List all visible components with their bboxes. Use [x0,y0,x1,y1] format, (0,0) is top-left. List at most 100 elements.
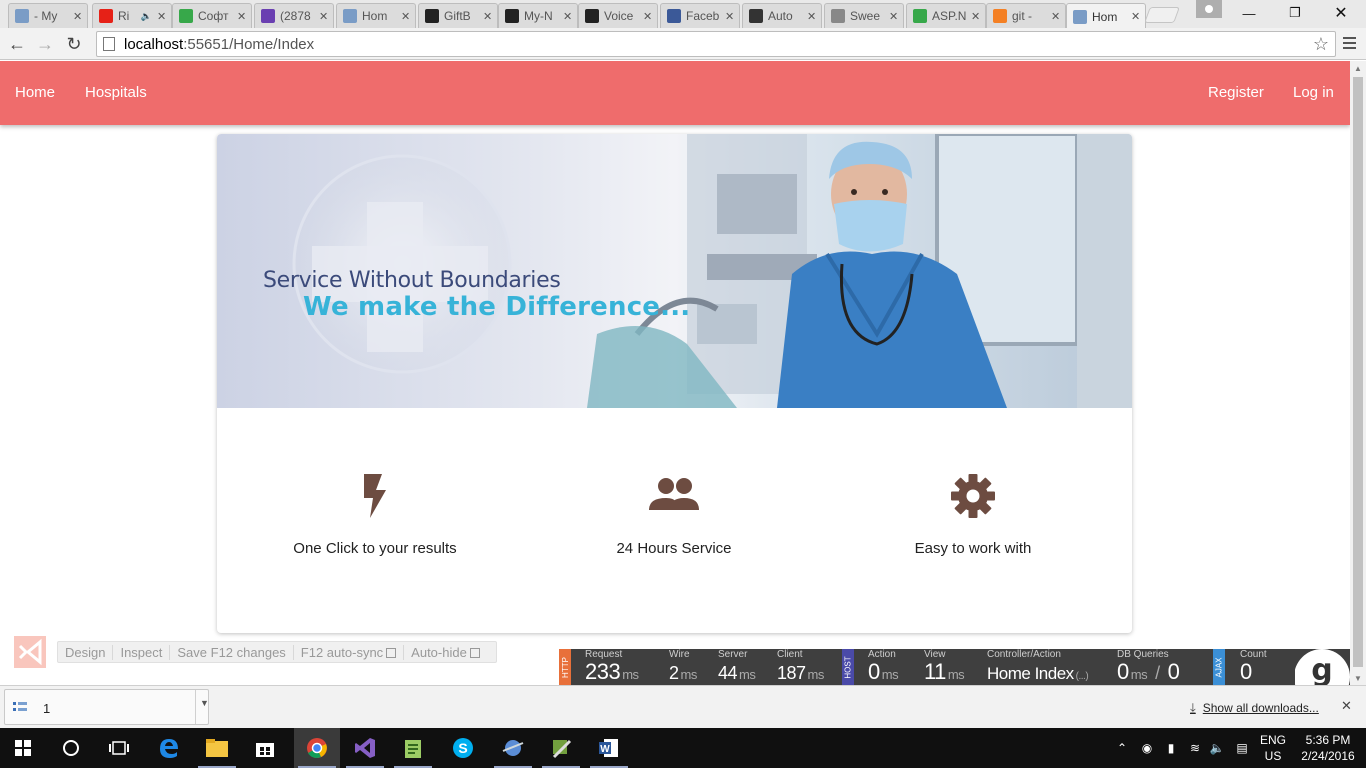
system-clock[interactable]: 5:36 PM 2/24/2016 [1296,732,1360,764]
browser-tab[interactable]: Hom ✕ [1066,3,1146,29]
tools-icon[interactable] [538,728,584,768]
profile-icon[interactable] [1196,0,1222,18]
nav-login[interactable]: Log in [1293,84,1334,101]
url-text[interactable]: localhost:55651/Home/Index [124,36,314,53]
close-tab-icon[interactable]: ✕ [319,10,329,23]
close-tab-icon[interactable]: ✕ [157,10,167,23]
factory-icon [749,9,763,23]
tray-chevron-icon[interactable]: ⌃ [1112,728,1132,768]
close-tab-icon[interactable]: ✕ [971,10,981,23]
tab-label: Voice [604,9,634,23]
close-downloads-icon[interactable]: ✕ [1341,698,1352,714]
file-explorer-icon[interactable] [194,728,240,768]
svg-text:W: W [600,744,610,755]
search-icon[interactable] [48,728,94,768]
language-indicator[interactable]: ENG US [1256,732,1290,764]
close-tab-icon[interactable]: ✕ [237,10,247,23]
auto-hide-toggle[interactable]: Auto-hide [404,645,487,660]
wifi-icon[interactable]: ≋ [1184,728,1206,768]
back-icon[interactable]: ← [5,32,29,56]
task-view-icon[interactable] [96,728,142,768]
volume-icon[interactable]: 🔈 [1206,728,1228,768]
tab-label: Софт [198,9,229,23]
chrome-menu-icon[interactable] [1340,33,1358,53]
browser-link-toolbar: Design Inspect Save F12 changes F12 auto… [57,641,497,663]
speaker-icon[interactable]: 🔈 [141,11,152,22]
close-window-icon[interactable]: ✕ [1318,0,1364,26]
new-tab-button[interactable] [1144,7,1180,23]
nav-hospitals[interactable]: Hospitals [85,84,147,101]
save-f12-button[interactable]: Save F12 changes [170,644,294,660]
green-logo-icon [913,9,927,23]
notepad-icon[interactable] [390,728,436,768]
browser-tab[interactable]: Faceb ✕ [660,3,740,28]
f12-autosync-toggle[interactable]: F12 auto-sync [294,644,405,660]
close-tab-icon[interactable]: ✕ [725,10,735,23]
svg-text:g: g [1311,653,1332,685]
forward-icon[interactable]: → [33,32,57,56]
browser-tab[interactable]: Auto ✕ [742,3,822,28]
browser-tab[interactable]: Voice ✕ [578,3,658,28]
skype-icon[interactable]: S [440,728,486,768]
visual-studio-logo-icon[interactable] [12,632,48,672]
browser-tab[interactable]: Hom ✕ [336,3,416,28]
people-icon [649,478,699,510]
download-menu-icon[interactable]: ▼ [200,698,209,708]
edge-icon[interactable] [146,728,192,768]
design-button[interactable]: Design [58,644,114,660]
chrome-icon[interactable] [294,728,340,768]
word-icon[interactable]: W [586,728,632,768]
inspect-button[interactable]: Inspect [113,644,171,660]
close-tab-icon[interactable]: ✕ [73,10,83,23]
reload-icon[interactable]: ↻ [62,32,86,56]
github-icon [505,9,519,23]
glimpse-logo-icon[interactable]: g [1295,649,1350,685]
lightning-bolt-icon [364,474,386,518]
close-tab-icon[interactable]: ✕ [401,10,411,23]
visual-studio-icon[interactable] [342,728,388,768]
close-tab-icon[interactable]: ✕ [643,10,653,23]
nav-register[interactable]: Register [1208,84,1264,101]
browser-tab[interactable]: Софт ✕ [172,3,252,28]
close-tab-icon[interactable]: ✕ [563,10,573,23]
battery-icon[interactable]: ▮ [1160,728,1182,768]
browser-tab[interactable]: ASP.N ✕ [906,3,986,28]
browser-tab[interactable]: git - ✕ [986,3,1066,28]
bookmark-star-icon[interactable]: ☆ [1313,34,1329,55]
notifications-icon[interactable]: ▤ [1231,728,1253,768]
glimpse-server: Server 44 ms [718,649,756,683]
banner-tagline: Service Without Boundaries [263,268,561,293]
page-icon [831,9,845,23]
close-tab-icon[interactable]: ✕ [1131,10,1141,23]
close-tab-icon[interactable]: ✕ [807,10,817,23]
browser-tab[interactable]: Ri 🔈 ✕ [92,3,172,28]
close-tab-icon[interactable]: ✕ [483,10,493,23]
scroll-thumb[interactable] [1353,77,1363,667]
tray-record-icon[interactable]: ◉ [1136,728,1158,768]
network-tool-icon[interactable] [490,728,536,768]
download-item[interactable]: 1 ▼ [4,689,209,725]
address-bar[interactable]: localhost:55651/Home/Index ☆ [96,31,1336,57]
close-tab-icon[interactable]: ✕ [1051,10,1061,23]
scroll-up-icon[interactable]: ▲ [1350,61,1366,75]
browser-tab[interactable]: Swee ✕ [824,3,904,28]
scroll-down-icon[interactable]: ▼ [1350,671,1366,685]
browser-tab[interactable]: My-N ✕ [498,3,578,28]
glimpse-controller: Controller/Action Home Index (...) [987,649,1089,683]
doc-icon [15,9,29,23]
store-icon[interactable] [242,728,288,768]
nav-home[interactable]: Home [15,84,55,101]
page-scrollbar[interactable]: ▲ ▼ [1350,61,1366,685]
show-all-downloads-link[interactable]: ⤓ Show all downloads... [1190,700,1319,716]
close-tab-icon[interactable]: ✕ [889,10,899,23]
browser-tab[interactable]: - My ✕ [8,3,88,28]
restore-icon[interactable]: ❐ [1272,0,1318,26]
glimpse-hud[interactable]: HTTP Request 233 ms Wire 2 ms Server 44 ms … [559,649,1350,685]
tab-strip: - My ✕ Ri 🔈 ✕ Софт ✕ (2878 ✕ Hom ✕ GiftB ✕ My-N ✕ Voice… [0,0,1366,29]
doc-icon [343,9,357,23]
windows-start-icon[interactable] [0,728,46,768]
minimize-icon[interactable]: — [1226,0,1272,26]
browser-tab[interactable]: (2878 ✕ [254,3,334,28]
browser-tab[interactable]: GiftB ✕ [418,3,498,28]
tab-label: Hom [362,9,388,23]
